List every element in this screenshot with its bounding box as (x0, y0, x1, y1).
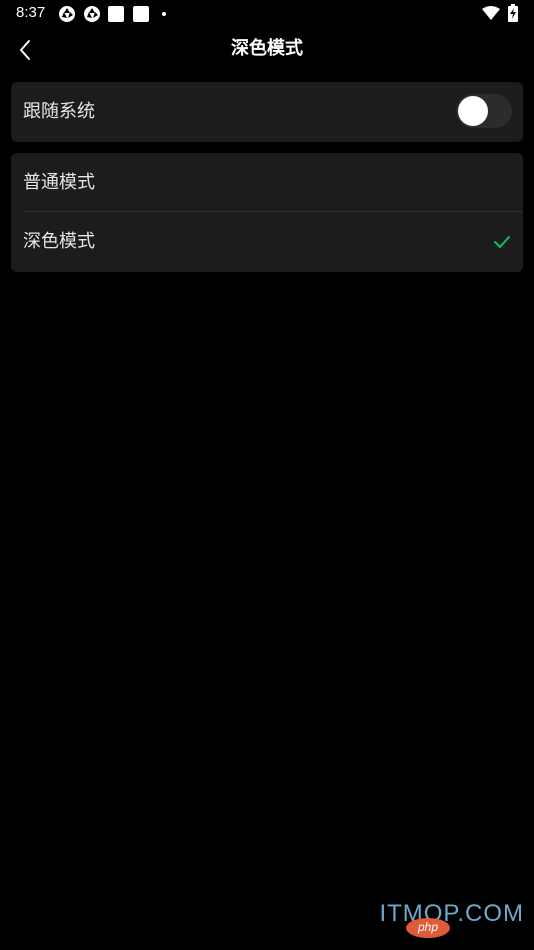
toggle-knob (458, 96, 488, 126)
battery-charging-icon (508, 4, 518, 26)
mode-option-label: 普通模式 (23, 172, 95, 193)
mode-option-normal[interactable]: 普通模式 (11, 153, 523, 212)
dot-icon (162, 12, 166, 16)
check-icon (493, 234, 511, 250)
square-icon (108, 6, 124, 22)
theme-mode-list: 普通模式 深色模式 (11, 153, 523, 272)
watermark: ITMOP.COM php (364, 900, 524, 940)
page-title: 深色模式 (231, 38, 303, 59)
follow-system-label: 跟随系统 (23, 101, 95, 122)
follow-system-row[interactable]: 跟随系统 (11, 82, 523, 142)
mode-option-dark[interactable]: 深色模式 (11, 212, 523, 272)
header: 深色模式 (0, 28, 534, 72)
square-icon (133, 6, 149, 22)
mode-option-label: 深色模式 (23, 231, 95, 252)
status-time: 8:37 (16, 4, 46, 21)
php-badge-text: php (417, 920, 439, 934)
aperture-icon (83, 5, 101, 27)
follow-system-card: 跟随系统 (11, 82, 523, 142)
aperture-icon (58, 5, 76, 27)
status-bar: 8:37 (0, 0, 534, 28)
wifi-icon (482, 6, 500, 25)
php-badge: php (406, 918, 450, 938)
follow-system-toggle[interactable] (456, 94, 512, 128)
watermark-text: ITMOP.COM (379, 900, 524, 927)
